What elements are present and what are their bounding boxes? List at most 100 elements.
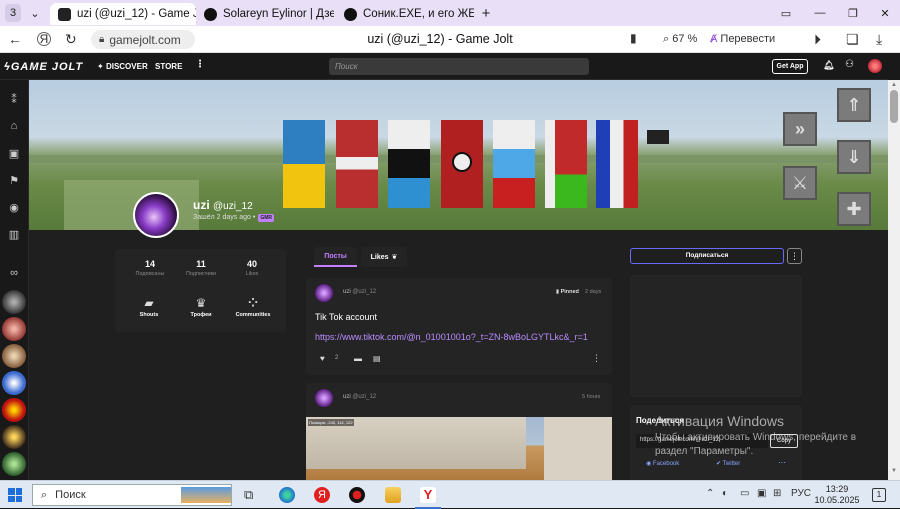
twitter-share-button[interactable]: ✔ Twitter xyxy=(716,460,740,467)
taskbar-search[interactable]: ⌕ Поиск xyxy=(32,484,232,506)
stat-followers[interactable]: 11 Подписчики xyxy=(176,259,226,277)
tab-likes[interactable]: Likes ❦ xyxy=(361,247,407,267)
post-more-icon[interactable]: ⋮ xyxy=(592,353,601,364)
task-view-icon[interactable]: ⧉ xyxy=(244,487,253,503)
windows-start-icon[interactable] xyxy=(8,488,22,502)
post-author-avatar[interactable] xyxy=(315,284,333,302)
follow-button[interactable]: Подписаться xyxy=(630,248,784,264)
tab-posts[interactable]: Посты xyxy=(314,247,357,267)
profile-status: Зашёл 2 days ago • GMR xyxy=(193,214,274,222)
maximize-icon[interactable]: ❐ xyxy=(845,4,861,22)
tray-chevron-icon[interactable]: ⌃ xyxy=(706,488,714,499)
user-avatar-icon[interactable] xyxy=(868,59,882,73)
scroll-up-icon[interactable]: ▲ xyxy=(891,82,897,88)
community-avatar[interactable] xyxy=(2,290,26,314)
post-link[interactable]: https://www.tiktok.com/@n_01001001o?_t=Z… xyxy=(315,332,588,342)
network-icon[interactable]: ⊞ xyxy=(773,488,781,499)
gamejolt-logo[interactable]: ϟGAME JOLT xyxy=(4,61,83,73)
tab-dzen[interactable]: Solareyn Eylinor | Дзен xyxy=(196,3,334,25)
close-window-icon[interactable]: ✕ xyxy=(877,4,893,22)
url-field[interactable]: 🔒︎ gamejolt.com xyxy=(91,30,195,49)
tray-app-icon[interactable]: ▭ xyxy=(740,488,749,499)
community-avatar[interactable] xyxy=(2,398,26,422)
scroll-down-icon[interactable]: ▼ xyxy=(891,468,897,474)
banner-jump-up-icon: ⇑ xyxy=(837,88,871,122)
notifications-button[interactable]: 1 xyxy=(872,488,886,502)
minimize-icon[interactable]: — xyxy=(812,4,828,22)
page-scrollbar[interactable]: ▲ ▼ xyxy=(888,80,900,480)
post-author[interactable]: uzi @uzi_12 xyxy=(343,289,376,295)
tab-gamejolt[interactable]: uzi (@uzi_12) - Game Jolt ✕ xyxy=(50,3,196,25)
stats-card: 14 Подписаны 11 Подписчики 40 Likes ▰ Shouts… xyxy=(115,249,286,332)
speech-bubble-icon: ▰ xyxy=(144,296,154,310)
stat-label: Подписаны xyxy=(135,271,165,277)
sidebar-feed-icon[interactable]: ⁑ xyxy=(5,90,23,108)
tray-app-icon[interactable]: ▣ xyxy=(757,488,766,499)
recorder-icon[interactable] xyxy=(349,487,365,503)
shouts-button[interactable]: ▰ Shouts xyxy=(119,296,179,318)
back-arrow-icon[interactable]: ← xyxy=(8,31,22,47)
post-image[interactable]: Позиция: -240, 114, 122 xyxy=(306,417,612,480)
reload-icon[interactable]: ↻ xyxy=(65,31,77,48)
new-tab-plus-icon[interactable]: + xyxy=(478,4,494,22)
trophies-button[interactable]: ♛ Трофеи xyxy=(171,296,231,318)
language-indicator[interactable]: РУС xyxy=(791,488,811,499)
clock[interactable]: 13:29 10.05.2025 xyxy=(812,484,862,506)
stat-likes[interactable]: 40 Likes xyxy=(227,259,277,277)
community-avatar[interactable] xyxy=(2,371,26,395)
community-avatar[interactable] xyxy=(2,344,26,368)
tab-sonic[interactable]: Соник.EXE, и его ЖЕРТВЫ xyxy=(336,3,474,25)
tray-app-icon[interactable]: ◐ xyxy=(722,488,728,499)
profile-avatar[interactable] xyxy=(133,192,179,238)
yandex-icon[interactable]: Y xyxy=(420,487,436,503)
yandex-home-icon[interactable]: Я xyxy=(37,32,51,46)
tab-list-chevron-icon[interactable]: ⌄ xyxy=(27,4,43,22)
sidebar-realms-icon[interactable]: ∞ xyxy=(5,264,23,282)
username-handle: @uzi_12 xyxy=(213,201,253,212)
sidebar-quests-icon[interactable]: ⚑ xyxy=(5,171,23,189)
edge-icon[interactable] xyxy=(279,487,295,503)
post-author[interactable]: uzi @uzi_12 xyxy=(343,394,376,400)
post-author-avatar[interactable] xyxy=(315,389,333,407)
comment-icon[interactable]: ▬ xyxy=(354,354,362,363)
sidebar-library-icon[interactable]: ▥ xyxy=(5,225,23,243)
like-button[interactable]: ♥ xyxy=(320,354,325,363)
sidebar-discord-icon[interactable]: ◉ xyxy=(5,198,23,216)
file-explorer-icon[interactable] xyxy=(385,487,401,503)
trophies-label: Трофеи xyxy=(190,312,212,318)
tab-count-button[interactable]: 3 xyxy=(5,4,21,22)
like-count: 2 xyxy=(335,355,339,361)
scrollbar-thumb[interactable] xyxy=(890,90,898,123)
more-vertical-icon[interactable]: ⋮ xyxy=(195,59,205,70)
tab-count-label: 3 xyxy=(9,7,17,19)
nav-store[interactable]: STORE xyxy=(155,62,182,71)
translate-button[interactable]: Ⱥ Перевести xyxy=(710,33,775,45)
bell-icon[interactable]: 🔔︎ xyxy=(823,60,834,71)
collections-icon[interactable]: ❏ xyxy=(846,31,859,48)
download-icon[interactable]: ⤓ xyxy=(876,31,882,48)
profile-more-icon[interactable]: ⋮ xyxy=(787,248,802,264)
sidebar-store-icon[interactable]: ⌂ xyxy=(5,117,23,135)
stat-value: 14 xyxy=(144,259,155,269)
communities-button[interactable]: ⁘ Communities xyxy=(223,296,283,318)
nav-discover[interactable]: ✦ DISCOVER xyxy=(97,62,148,71)
get-app-button[interactable]: Get App xyxy=(772,59,808,74)
community-avatar[interactable] xyxy=(2,425,26,449)
sidebar-backpack-icon[interactable]: ▣ xyxy=(5,144,23,162)
stat-following[interactable]: 14 Подписаны xyxy=(125,259,175,277)
facebook-share-button[interactable]: ◉ Facebook xyxy=(646,460,679,467)
zoom-indicator[interactable]: ⌕ 67 % xyxy=(663,33,697,46)
image-wall xyxy=(544,417,612,480)
sticker-icon[interactable]: ▤ xyxy=(373,354,381,363)
magnifier-icon: ⌕ xyxy=(663,33,673,45)
tab-label: Solareyn Eylinor | Дзен xyxy=(223,8,334,20)
friends-icon[interactable]: ⚇ xyxy=(845,59,854,70)
community-avatar[interactable] xyxy=(2,452,26,476)
bookmark-icon[interactable]: ▮ xyxy=(630,31,637,45)
search-input[interactable]: Поиск xyxy=(329,58,589,75)
yandex-browser-icon[interactable]: Я xyxy=(314,487,330,503)
share-more-icon[interactable]: ⋯ xyxy=(778,458,786,467)
media-play-icon[interactable]: ⏵ xyxy=(814,31,821,48)
community-avatar[interactable] xyxy=(2,317,26,341)
bookmark-tabs-icon[interactable]: ▭ xyxy=(778,4,794,22)
